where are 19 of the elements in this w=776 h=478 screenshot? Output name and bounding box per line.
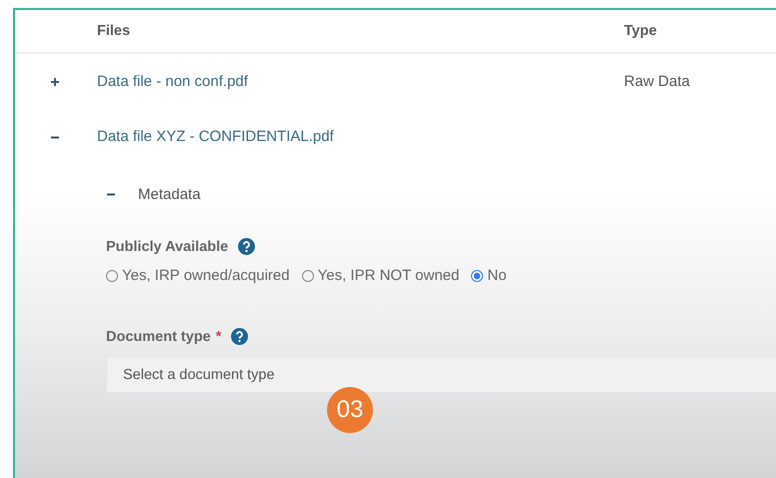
select-field[interactable]: Select a document type [106, 358, 776, 392]
radio-icon[interactable] [471, 270, 484, 282]
column-header: Type [624, 23, 658, 39]
field-label: Document type [106, 328, 211, 344]
help-icon[interactable] [238, 238, 256, 255]
plus-icon[interactable] [50, 76, 60, 86]
required-mark: * [216, 328, 222, 344]
radio-option[interactable]: Yes, IRP owned/acquired [106, 267, 290, 284]
radio-icon[interactable] [302, 270, 314, 282]
column-header: Files [97, 23, 132, 39]
field-label: Publicly Available [106, 238, 228, 254]
radio-icon[interactable] [106, 270, 118, 282]
radio-option[interactable]: Yes, IPR NOT owned [302, 267, 460, 284]
file-link[interactable]: Data file XYZ - CONFIDENTIAL.pdf [97, 128, 624, 145]
file-link[interactable]: Data file - non conf.pdf [97, 73, 624, 90]
help-icon[interactable] [231, 328, 248, 345]
radio-option[interactable]: No [471, 267, 507, 284]
section-label: Metadata [138, 186, 201, 202]
file-type: Raw Data [624, 73, 691, 90]
